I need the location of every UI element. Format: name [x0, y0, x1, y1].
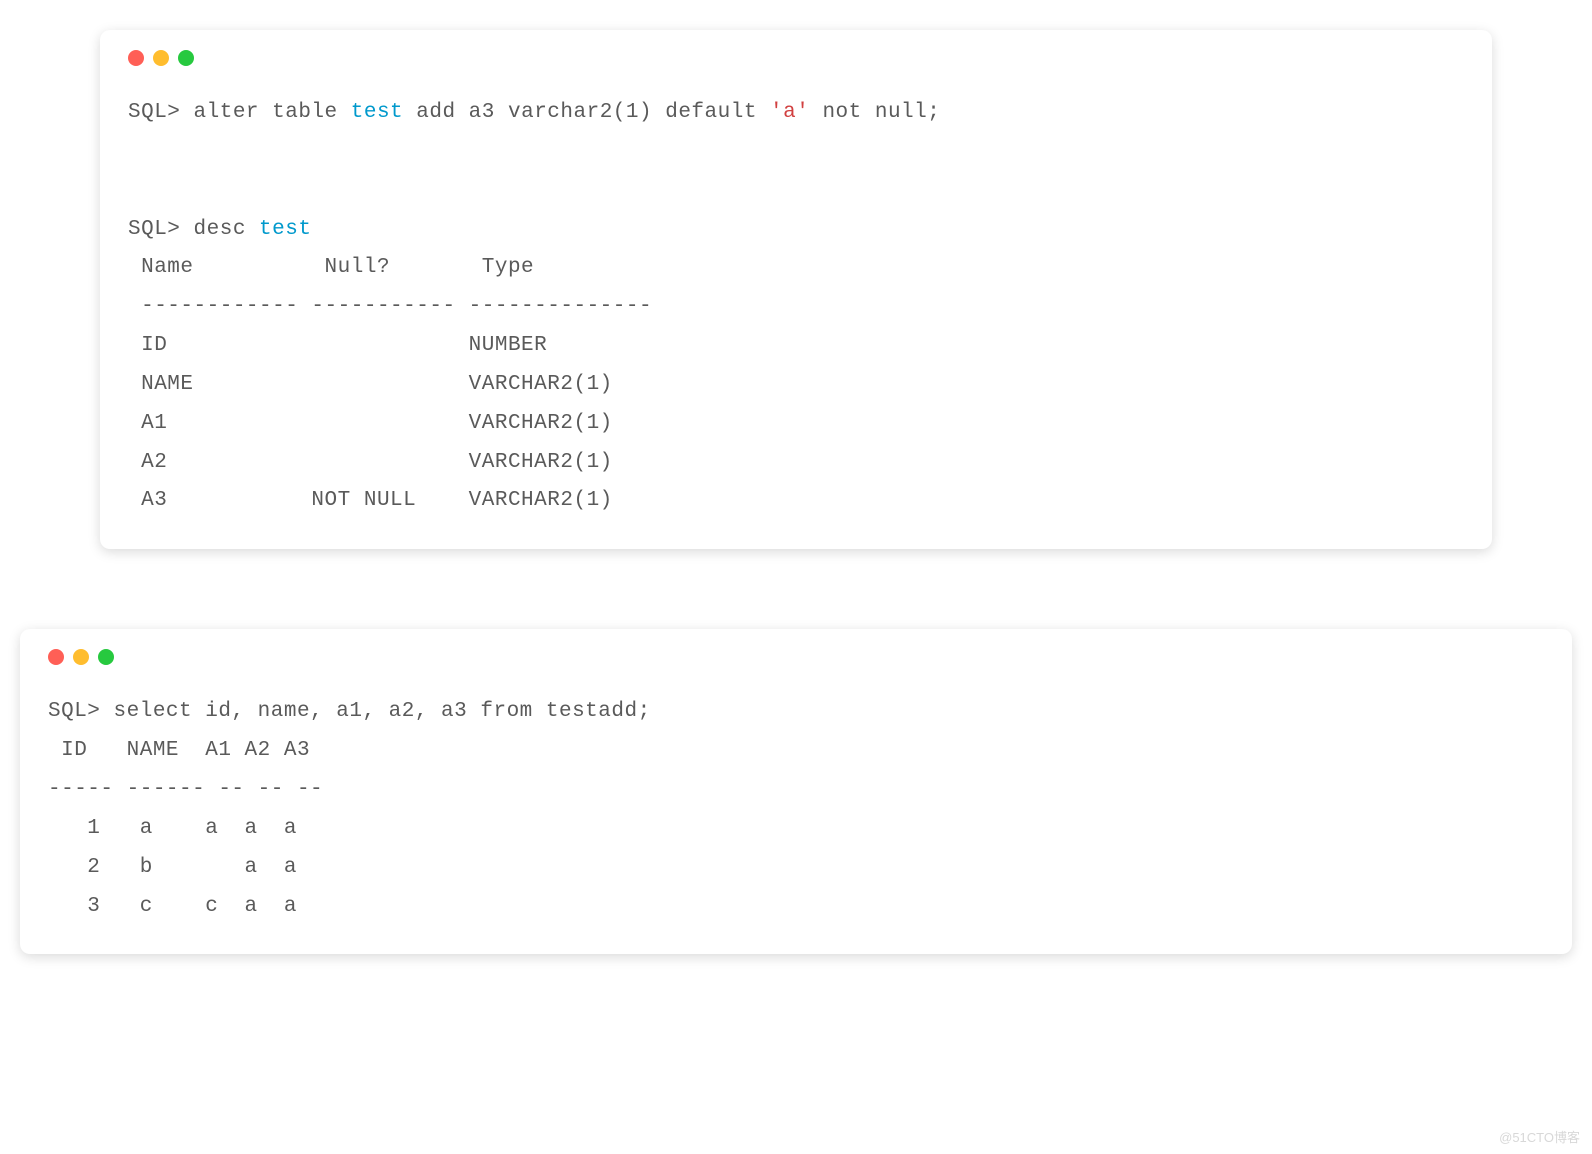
result-row: 1 a a a a	[48, 817, 297, 840]
close-icon[interactable]	[128, 50, 144, 66]
result-separator: ----- ------ -- -- --	[48, 778, 323, 801]
result-row: 2 b a a	[48, 856, 297, 879]
code-block-2: SQL> select id, name, a1, a2, a3 from te…	[48, 693, 1544, 926]
sql-text: SQL> alter table	[128, 101, 351, 124]
result-header: ID NAME A1 A2 A3	[48, 739, 310, 762]
traffic-lights	[48, 649, 1544, 665]
maximize-icon[interactable]	[98, 649, 114, 665]
keyword-test: test	[351, 101, 403, 124]
desc-row: A1 VARCHAR2(1)	[128, 412, 613, 435]
minimize-icon[interactable]	[73, 649, 89, 665]
desc-row: A2 VARCHAR2(1)	[128, 451, 613, 474]
sql-text: add a3 varchar2(1) default	[403, 101, 770, 124]
code-block-1: SQL> alter table test add a3 varchar2(1)…	[128, 94, 1464, 521]
sql-text: SQL> desc	[128, 218, 259, 241]
close-icon[interactable]	[48, 649, 64, 665]
terminal-window-1: SQL> alter table test add a3 varchar2(1)…	[100, 30, 1492, 549]
watermark: @51CTO博客	[1499, 1127, 1580, 1146]
keyword-test: test	[259, 218, 311, 241]
desc-row: ID NUMBER	[128, 334, 547, 357]
minimize-icon[interactable]	[153, 50, 169, 66]
traffic-lights	[128, 50, 1464, 66]
string-literal: 'a'	[770, 101, 809, 124]
sql-text: SQL> select id, name, a1, a2, a3 from te…	[48, 700, 651, 723]
desc-separator: ------------ ----------- --------------	[128, 295, 652, 318]
maximize-icon[interactable]	[178, 50, 194, 66]
desc-row: A3 NOT NULL VARCHAR2(1)	[128, 489, 613, 512]
terminal-window-2: SQL> select id, name, a1, a2, a3 from te…	[20, 629, 1572, 954]
desc-header: Name Null? Type	[128, 256, 534, 279]
desc-row: NAME VARCHAR2(1)	[128, 373, 613, 396]
sql-text: not null;	[809, 101, 940, 124]
result-row: 3 c c a a	[48, 895, 297, 918]
